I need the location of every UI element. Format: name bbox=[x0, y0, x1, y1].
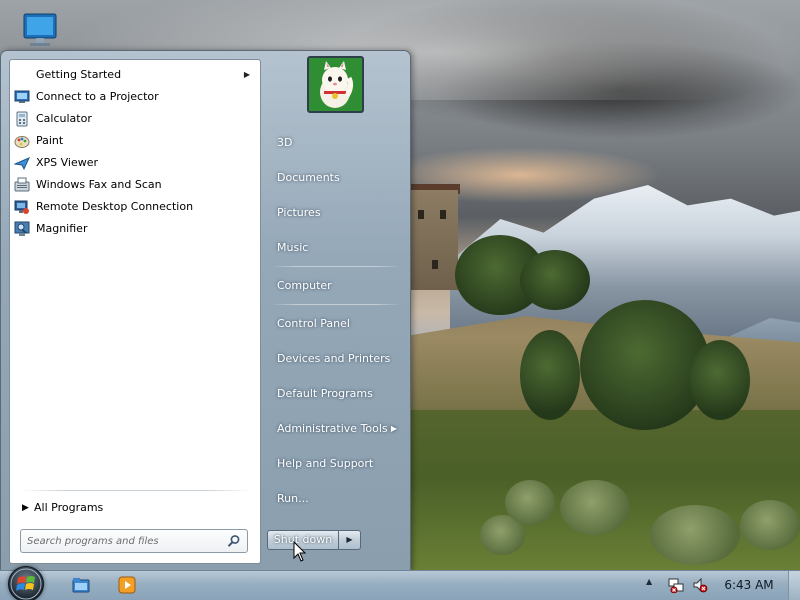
all-programs-button[interactable]: ▶ All Programs bbox=[18, 497, 254, 519]
places-item-pictures[interactable]: Pictures bbox=[269, 200, 403, 226]
stone-house bbox=[410, 190, 458, 290]
taskbar-explorer-button[interactable] bbox=[70, 574, 92, 596]
places-label: 3D bbox=[277, 136, 293, 149]
places-label: Music bbox=[277, 241, 309, 254]
divider bbox=[20, 490, 252, 491]
places-label: Help and Support bbox=[277, 457, 374, 470]
places-item-computer[interactable]: Computer bbox=[269, 273, 403, 299]
program-windows-fax-and-scan[interactable]: Windows Fax and Scan bbox=[10, 174, 260, 196]
program-label: Remote Desktop Connection bbox=[36, 200, 194, 213]
places-item-default-programs[interactable]: Default Programs bbox=[269, 381, 403, 407]
programs-pane: Getting Started ▶ Connect to a Projector… bbox=[9, 59, 261, 564]
user-avatar[interactable] bbox=[307, 56, 364, 113]
program-label: XPS Viewer bbox=[36, 156, 99, 169]
network-icon[interactable] bbox=[668, 577, 684, 594]
program-calculator[interactable]: Calculator bbox=[10, 108, 260, 130]
places-item-documents[interactable]: Documents bbox=[269, 165, 403, 191]
show-hidden-icons-button[interactable]: ▲ bbox=[646, 577, 652, 586]
places-label: Default Programs bbox=[277, 387, 373, 400]
program-magnifier[interactable]: Magnifier bbox=[10, 218, 260, 240]
program-paint[interactable]: Paint bbox=[10, 130, 260, 152]
desktop-computer-icon[interactable] bbox=[18, 12, 62, 48]
program-label: Calculator bbox=[36, 112, 92, 125]
places-label: Pictures bbox=[277, 206, 321, 219]
all-programs-label: All Programs bbox=[34, 501, 104, 514]
olive-tree bbox=[650, 505, 740, 565]
projector-icon bbox=[14, 89, 30, 105]
places-item-administrative-tools[interactable]: Administrative Tools ▶ bbox=[269, 416, 403, 442]
divider bbox=[271, 266, 401, 267]
play-triangle-icon: ▶ bbox=[22, 503, 29, 513]
chevron-right-icon: ▶ bbox=[346, 535, 353, 544]
search-icon[interactable] bbox=[227, 534, 241, 548]
olive-tree bbox=[505, 480, 555, 525]
places-label: Control Panel bbox=[277, 317, 350, 330]
places-item-run[interactable]: Run... bbox=[269, 486, 403, 512]
remote-desktop-icon bbox=[14, 199, 30, 215]
taskbar-media-player-button[interactable] bbox=[116, 574, 138, 596]
olive-tree bbox=[740, 500, 800, 550]
places-item-control-panel[interactable]: Control Panel bbox=[269, 311, 403, 337]
program-label: Getting Started bbox=[36, 68, 122, 81]
program-label: Windows Fax and Scan bbox=[36, 178, 162, 191]
program-getting-started[interactable]: Getting Started ▶ bbox=[10, 64, 260, 86]
places-label: Run... bbox=[277, 492, 309, 505]
program-label: Paint bbox=[36, 134, 64, 147]
xps-viewer-icon bbox=[13, 155, 30, 171]
shutdown-options-button[interactable]: ▶ bbox=[339, 530, 361, 550]
program-xps-viewer[interactable]: XPS Viewer bbox=[10, 152, 260, 174]
places-label: Devices and Printers bbox=[277, 352, 391, 365]
program-label: Connect to a Projector bbox=[36, 90, 159, 103]
places-label: Computer bbox=[277, 279, 332, 292]
media-player-icon bbox=[116, 576, 138, 599]
places-item-3d[interactable]: 3D bbox=[269, 130, 403, 156]
submenu-arrow-icon: ▶ bbox=[243, 70, 250, 79]
calculator-icon bbox=[14, 111, 30, 127]
tree bbox=[520, 250, 590, 310]
taskbar-clock[interactable]: 6:43 AM bbox=[718, 570, 780, 600]
tree bbox=[520, 330, 580, 420]
program-label: Magnifier bbox=[36, 222, 88, 235]
tree bbox=[580, 300, 710, 430]
magnifier-icon bbox=[14, 221, 30, 237]
explorer-icon bbox=[70, 578, 92, 599]
volume-muted-icon[interactable] bbox=[692, 577, 708, 593]
olive-tree bbox=[560, 480, 630, 535]
divider bbox=[271, 304, 401, 305]
program-remote-desktop-connection[interactable]: Remote Desktop Connection bbox=[10, 196, 260, 218]
start-button[interactable] bbox=[8, 566, 44, 600]
search-box bbox=[20, 529, 248, 553]
fax-scan-icon bbox=[14, 177, 30, 193]
places-pane: 3D Documents Pictures Music Computer Con… bbox=[263, 51, 411, 572]
places-label: Administrative Tools bbox=[277, 422, 388, 435]
tree bbox=[690, 340, 750, 420]
program-connect-to-projector[interactable]: Connect to a Projector bbox=[10, 86, 260, 108]
places-item-help-and-support[interactable]: Help and Support bbox=[269, 451, 403, 477]
mouse-cursor-icon bbox=[293, 540, 307, 563]
program-list: Getting Started ▶ Connect to a Projector… bbox=[10, 64, 260, 240]
places-item-devices-and-printers[interactable]: Devices and Printers bbox=[269, 346, 403, 372]
show-desktop-button[interactable] bbox=[788, 571, 800, 600]
paint-icon bbox=[14, 133, 30, 149]
start-menu: Getting Started ▶ Connect to a Projector… bbox=[0, 50, 411, 571]
places-item-music[interactable]: Music bbox=[269, 235, 403, 261]
submenu-arrow-icon: ▶ bbox=[390, 424, 397, 433]
search-input[interactable] bbox=[27, 533, 217, 549]
places-label: Documents bbox=[277, 171, 340, 184]
